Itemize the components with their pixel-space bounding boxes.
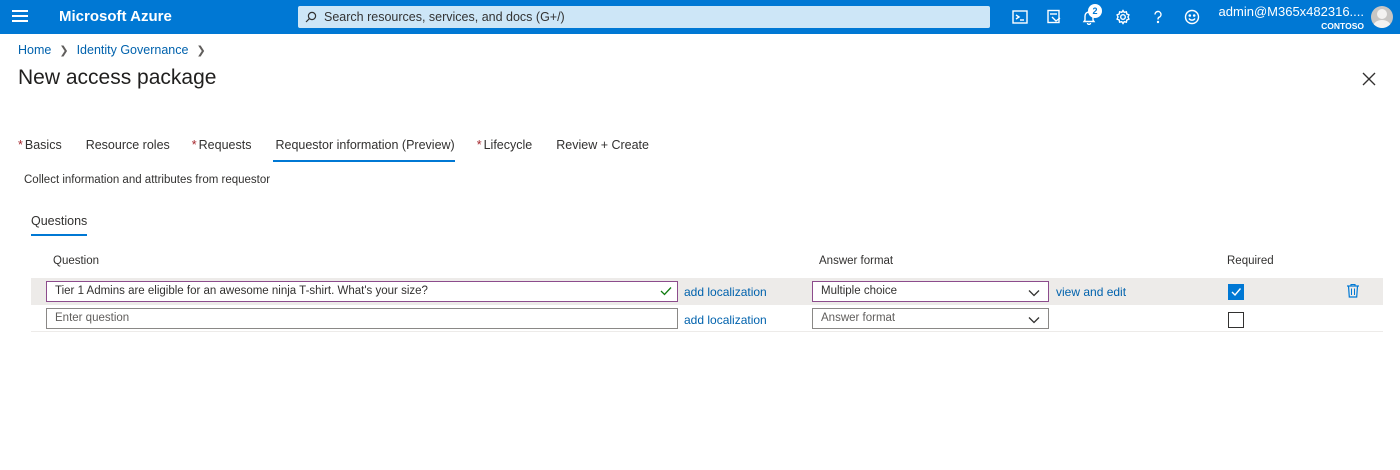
help-icon[interactable]	[1148, 7, 1168, 27]
required-marker: *	[18, 138, 23, 152]
brand-title[interactable]: Microsoft Azure	[59, 8, 172, 25]
account-menu[interactable]: admin@M365x482316.... CONTOSO	[1219, 4, 1364, 31]
tab-label: Requestor information (Preview)	[275, 138, 455, 152]
table-row[interactable]: Enter question add localization Answer f…	[31, 305, 1383, 332]
column-header-answer-format: Answer format	[819, 255, 894, 267]
section-description: Collect information and attributes from …	[24, 174, 271, 186]
question-value: Tier 1 Admins are eligible for an awesom…	[55, 285, 428, 297]
user-org: CONTOSO	[1321, 21, 1364, 31]
top-bar: Microsoft Azure 2 admin@M365x482316.... …	[0, 0, 1400, 34]
close-icon[interactable]	[1360, 70, 1378, 88]
chevron-right-icon: ❯	[196, 44, 206, 57]
menu-icon[interactable]	[12, 10, 28, 24]
add-localization-link[interactable]: add localization	[684, 285, 767, 299]
required-marker: *	[191, 138, 197, 152]
chevron-down-icon	[1028, 286, 1040, 305]
chevron-down-icon	[1028, 313, 1040, 332]
question-field[interactable]: Enter question	[46, 308, 678, 329]
column-header-question: Question	[53, 255, 100, 267]
breadcrumb-identity-governance[interactable]: Identity Governance	[77, 43, 189, 57]
notifications-badge: 2	[1088, 4, 1102, 18]
directory-filter-icon[interactable]	[1044, 7, 1064, 27]
tab-requestor-information[interactable]: Requestor information (Preview)	[273, 138, 455, 162]
settings-icon[interactable]	[1113, 7, 1133, 27]
breadcrumb: Home ❯ Identity Governance ❯	[18, 43, 214, 57]
tab-basics[interactable]: * Basics	[18, 138, 62, 162]
global-search[interactable]	[298, 6, 990, 28]
question-placeholder: Enter question	[55, 312, 130, 324]
required-checkbox[interactable]	[1228, 312, 1244, 328]
user-name: admin@M365x482316....	[1218, 4, 1364, 19]
tab-review-create[interactable]: Review + Create	[554, 138, 649, 162]
answer-format-dropdown[interactable]: Answer format	[812, 308, 1049, 329]
delete-icon[interactable]	[1346, 283, 1360, 303]
answer-format-value: Multiple choice	[821, 285, 898, 297]
search-input[interactable]	[324, 10, 964, 24]
tab-label: Basics	[24, 138, 62, 152]
page-title: New access package	[18, 66, 217, 89]
tab-lifecycle[interactable]: * Lifecycle	[477, 138, 533, 162]
tab-resource-roles[interactable]: Resource roles	[84, 138, 170, 162]
tab-requests[interactable]: * Requests	[192, 138, 252, 162]
tab-label: Lifecycle	[483, 138, 533, 152]
feedback-icon[interactable]	[1182, 7, 1202, 27]
cloud-shell-icon[interactable]	[1010, 7, 1030, 27]
tab-label: Requests	[198, 138, 252, 152]
chevron-right-icon: ❯	[59, 44, 69, 57]
tab-label: Review + Create	[556, 138, 649, 152]
checkmark-icon	[1231, 288, 1242, 297]
tab-questions[interactable]: Questions	[31, 214, 88, 236]
required-marker: *	[476, 138, 482, 152]
view-and-edit-link[interactable]: view and edit	[1056, 285, 1126, 299]
tab-label: Resource roles	[85, 138, 170, 152]
required-checkbox[interactable]	[1228, 284, 1244, 300]
search-icon	[298, 11, 324, 23]
column-header-required: Required	[1227, 255, 1274, 267]
avatar[interactable]	[1371, 6, 1393, 28]
table-row[interactable]: Tier 1 Admins are eligible for an awesom…	[31, 278, 1383, 305]
wizard-tabs: * Basics Resource roles * Requests Request…	[18, 138, 671, 162]
answer-format-dropdown[interactable]: Multiple choice	[812, 281, 1049, 302]
question-field[interactable]: Tier 1 Admins are eligible for an awesom…	[46, 281, 678, 302]
add-localization-link[interactable]: add localization	[684, 313, 767, 327]
answer-format-placeholder: Answer format	[821, 312, 896, 324]
checkmark-icon	[659, 284, 673, 305]
breadcrumb-home[interactable]: Home	[18, 43, 51, 57]
